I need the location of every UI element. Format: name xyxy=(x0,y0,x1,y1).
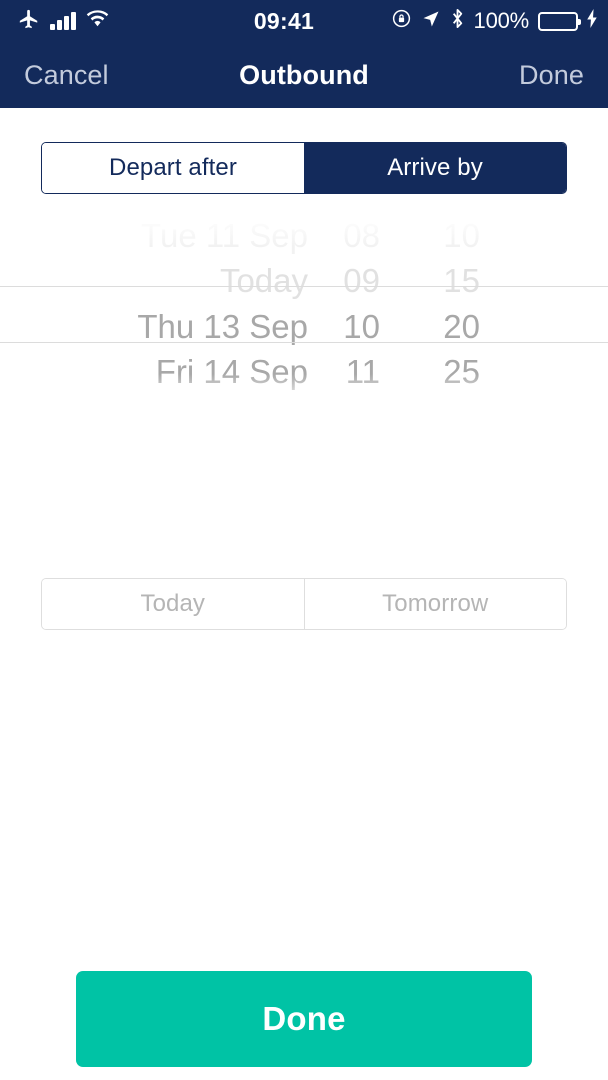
picker-minute-cell: 25 xyxy=(443,353,480,391)
picker-row-selected[interactable]: Sat 15 Sep 12 30 xyxy=(0,395,608,408)
navigation-bar: Cancel Outbound Done xyxy=(0,42,608,108)
picker-date-cell: Tue 11 Sep xyxy=(141,216,308,254)
picker-minute-cell: 15 xyxy=(443,262,480,300)
time-picker-screen: 09:41 100% Cancel Outbound Done Depart a… xyxy=(0,0,608,1080)
picker-row[interactable]: Fri 14 Sep 11 25 xyxy=(0,350,608,396)
quick-button-today[interactable]: Today xyxy=(42,579,304,629)
picker-minute-cell: 20 xyxy=(443,307,480,345)
status-bar-left xyxy=(0,8,200,35)
picker-date-cell-selected: Sat 15 Sep xyxy=(0,399,308,408)
picker-minute-cell: 10 xyxy=(443,216,480,254)
picker-minute-cell-selected: 30 xyxy=(380,399,480,408)
picker-date-cell: Thu 13 Sep xyxy=(137,307,308,345)
segment-arrive-by[interactable]: Arrive by xyxy=(304,143,566,193)
datetime-picker[interactable]: Tue 11 Sep 08 10 Today 09 15 Thu 13 Sep … xyxy=(0,213,608,408)
picker-hour-cell: 08 xyxy=(343,216,380,254)
wifi-icon xyxy=(86,9,109,33)
picker-hour-cell-selected: 12 xyxy=(308,399,380,408)
battery-percent-label: 100% xyxy=(473,8,530,33)
picker-rows[interactable]: Tue 11 Sep 08 10 Today 09 15 Thu 13 Sep … xyxy=(0,213,608,408)
status-bar-clock: 09:41 xyxy=(253,7,315,34)
cancel-button[interactable]: Cancel xyxy=(24,60,109,91)
status-bar-right: 100% xyxy=(378,8,608,34)
picker-hour-cell: 09 xyxy=(343,262,380,300)
picker-hour-cell: 11 xyxy=(345,353,380,391)
status-bar: 09:41 100% xyxy=(0,0,608,42)
picker-date-cell: Fri 14 Sep xyxy=(155,353,308,391)
airplane-mode-icon xyxy=(18,8,40,35)
depart-arrive-segmented-control: Depart after Arrive by xyxy=(41,142,567,194)
content-area: Depart after Arrive by Tue 11 Sep 08 10 … xyxy=(0,108,608,1080)
quick-button-tomorrow[interactable]: Tomorrow xyxy=(303,579,566,629)
battery-full-icon xyxy=(538,11,581,31)
picker-row[interactable]: Thu 13 Sep 10 20 xyxy=(0,304,608,350)
segment-depart-after[interactable]: Depart after xyxy=(42,143,304,193)
lightning-bolt-icon xyxy=(587,9,598,33)
picker-date-cell: Today xyxy=(219,262,308,300)
quick-date-buttons: Today Tomorrow xyxy=(41,578,567,630)
bluetooth-icon xyxy=(450,8,465,34)
cellular-signal-icon xyxy=(50,12,76,30)
done-button[interactable]: Done xyxy=(76,971,532,1067)
picker-row[interactable]: Tue 11 Sep 08 10 xyxy=(0,213,608,259)
rotation-lock-icon xyxy=(391,8,412,34)
picker-row[interactable]: Today 09 15 xyxy=(0,259,608,305)
picker-hour-cell: 10 xyxy=(343,307,380,345)
location-arrow-icon xyxy=(421,9,441,34)
nav-done-button[interactable]: Done xyxy=(519,60,584,91)
